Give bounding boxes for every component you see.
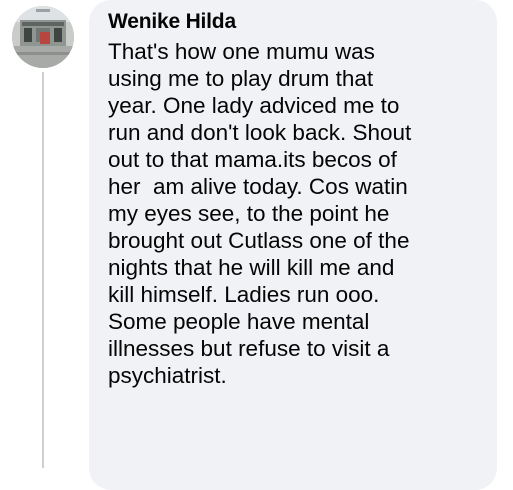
comment-line: That's how one mumu was bbox=[108, 39, 375, 64]
comment-line: Some people have mental bbox=[108, 309, 370, 334]
reply-thread-line bbox=[42, 72, 44, 468]
comment-line: out to that mama.its becos of bbox=[108, 147, 397, 172]
comment-line: psychiatrist. bbox=[108, 363, 227, 388]
comment-line: run and don't look back. Shout bbox=[108, 120, 412, 145]
comment-line: nights that he will kill me and bbox=[108, 255, 395, 280]
comment-line: kill himself. Ladies run ooo. bbox=[108, 282, 380, 307]
comment-body: That's how one mumu was using me to play… bbox=[108, 38, 488, 389]
comment-line: using me to play drum that bbox=[108, 66, 374, 91]
comment-line: my eyes see, to the point he bbox=[108, 201, 390, 226]
comment-line: illnesses but refuse to visit a bbox=[108, 336, 390, 361]
comment-line: year. One lady adviced me to bbox=[108, 93, 400, 118]
comment-line: brought out Cutlass one of the bbox=[108, 228, 410, 253]
comment-line: her am alive today. Cos watin bbox=[108, 174, 408, 199]
avatar[interactable] bbox=[12, 6, 74, 68]
profile-photo-icon bbox=[12, 6, 74, 68]
comment-author-name[interactable]: Wenike Hilda bbox=[108, 10, 236, 34]
